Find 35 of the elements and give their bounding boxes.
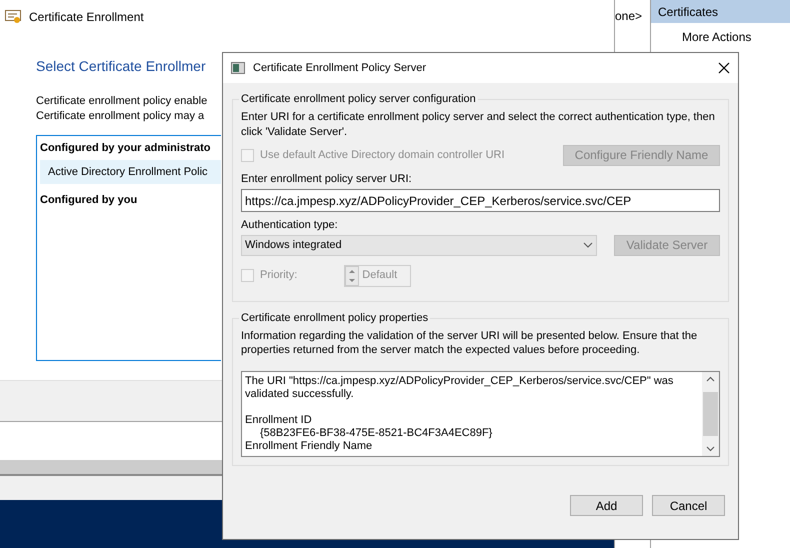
info-text: Information regarding the validation of the server URI will be presented below. Ensure that the properties returned from the server match the expected values before proceeding.: [241, 328, 698, 356]
scroll-down-icon[interactable]: [706, 446, 715, 452]
output-text: The URI "https://ca.jmpesp.xyz/ADPolicyProvider_CEP_Kerberos/service.svc/CEP" was validated successfully.: [245, 374, 674, 400]
close-icon[interactable]: [718, 62, 730, 74]
checkbox-label: Use default Active Directory domain controller URI: [260, 148, 505, 163]
page-heading: Select Certificate Enrollmer: [36, 57, 206, 76]
spinner-arrows-icon: [345, 266, 360, 286]
column-text: one>: [615, 9, 642, 23]
field-label: Enter enrollment policy server URI:: [241, 172, 413, 186]
field-label: Authentication type:: [241, 218, 339, 233]
group-legend: Certificate enrollment policy server configuration: [239, 91, 478, 108]
auth-dropdown[interactable]: Windows integrated: [241, 234, 597, 256]
output-text: Enrollment ID: [245, 414, 313, 426]
scroll-thumb[interactable]: [703, 392, 718, 436]
output-text: {58B23FE6-BF38-475E-8521-BC4F3A4EC89F}: [259, 426, 494, 440]
window-icon: [231, 62, 245, 74]
pane-header: Certificates: [651, 0, 790, 23]
policy-list-item[interactable]: Active Directory Enrollment Polic: [40, 160, 221, 184]
description-text: Certificate enrollment policy may a: [36, 109, 204, 124]
scroll-up-icon[interactable]: [706, 376, 715, 382]
output-text: Enrollment Friendly Name: [245, 440, 374, 452]
group-legend: Certificate enrollment policy properties: [239, 310, 430, 326]
certificate-icon: [5, 10, 21, 24]
dialog-title: Certificate Enrollment Policy Server: [253, 60, 428, 76]
dialog-button[interactable]: Add: [570, 495, 643, 516]
window-title: Certificate Enrollment: [29, 8, 144, 26]
chevron-down-icon: [583, 242, 593, 248]
group-heading: Configured by your administrato: [40, 141, 211, 156]
checkbox-label: Priority:: [260, 268, 298, 284]
group-heading: Configured by you: [40, 193, 138, 208]
uri-field[interactable]: https://ca.jmpesp.xyz/ADPolicyProvider_CEP_Kerberos/service.svc/CEP: [241, 189, 720, 212]
action-link[interactable]: More Actions: [651, 28, 790, 46]
instructions-text: Enter URI for a certificate enrollment policy server and select the correct authentication type, then click 'Validate Server'.: [241, 110, 716, 140]
dialog-button[interactable]: Cancel: [652, 495, 725, 516]
description-text: Certificate enrollment policy enable: [36, 94, 208, 109]
